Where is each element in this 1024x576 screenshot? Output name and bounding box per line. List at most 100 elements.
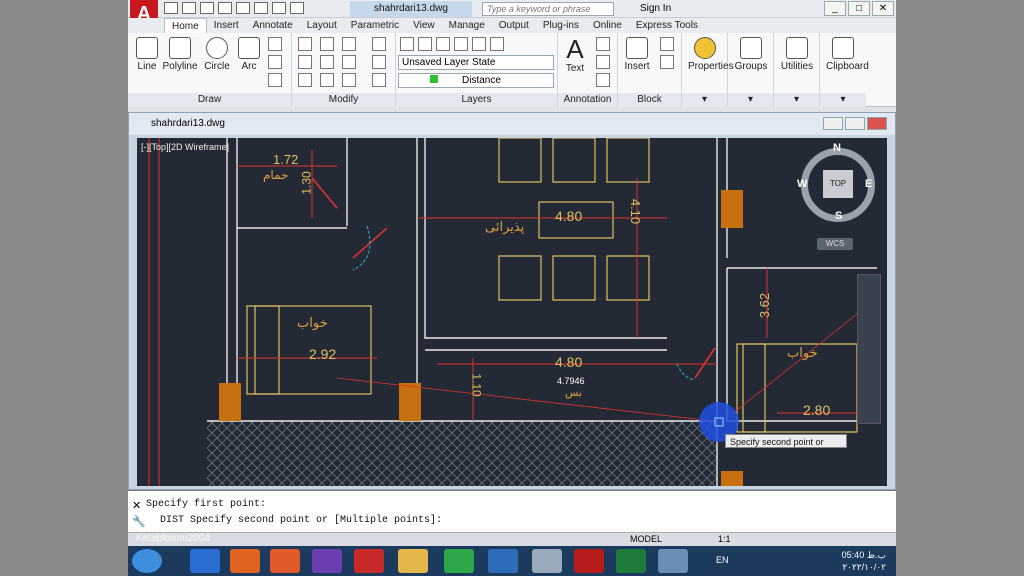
polyline-tool[interactable]: Polyline <box>160 37 200 72</box>
edit-block-icon[interactable] <box>660 55 674 69</box>
viewport-controls-label[interactable]: [-][Top][2D Wireframe] <box>141 142 229 152</box>
calculator-taskbar-icon[interactable] <box>532 549 562 573</box>
annotation-panel-label[interactable]: Annotation <box>558 93 617 107</box>
document-tab-title[interactable]: shahrdari13.dwg <box>350 1 472 17</box>
line-tool[interactable]: Line <box>130 37 164 72</box>
paint-icon[interactable] <box>658 549 688 573</box>
properties-panel-expand[interactable]: ▾ <box>682 93 727 107</box>
dimension-icon[interactable] <box>596 37 610 51</box>
model-space-toggle[interactable]: MODEL <box>630 534 662 544</box>
array-icon[interactable] <box>342 73 356 87</box>
clipboard-tool[interactable]: Clipboard <box>826 37 869 72</box>
move-icon[interactable] <box>298 37 312 51</box>
tab-plugins[interactable]: Plug-ins <box>536 18 586 33</box>
dropdown-icon[interactable] <box>290 2 304 14</box>
trim-icon[interactable] <box>342 37 356 51</box>
copy-icon[interactable] <box>298 55 312 69</box>
layer-dropdown[interactable]: Distance <box>398 73 554 88</box>
drawing-restore-button[interactable] <box>845 117 865 130</box>
arc-tool[interactable]: Arc <box>232 37 266 72</box>
ie-icon[interactable] <box>190 549 220 573</box>
layer-lock-icon[interactable] <box>490 37 504 51</box>
drawing-minimize-button[interactable] <box>823 117 843 130</box>
command-window[interactable]: Specify first point: DIST Specify second… <box>128 490 896 532</box>
tab-view[interactable]: View <box>406 18 442 33</box>
undo-icon[interactable] <box>254 2 268 14</box>
draw-panel-label[interactable]: Draw <box>128 93 291 107</box>
tab-insert[interactable]: Insert <box>207 18 246 33</box>
compass-west[interactable]: W <box>797 178 807 190</box>
offset-icon[interactable] <box>372 73 386 87</box>
clock[interactable]: 05:40 ب.ظ ۲۰۲۲/۱۰/۰۲ <box>842 549 886 573</box>
firefox-icon[interactable] <box>230 549 260 573</box>
erase-icon[interactable] <box>372 37 386 51</box>
start-button[interactable] <box>132 549 162 573</box>
save-as-icon[interactable] <box>218 2 232 14</box>
navigation-bar[interactable] <box>857 274 881 424</box>
insert-tool[interactable]: Insert <box>620 37 654 72</box>
compass-north[interactable]: N <box>833 142 841 154</box>
layers-panel-label[interactable]: Layers <box>396 93 557 107</box>
circle-tool[interactable]: Circle <box>200 37 234 72</box>
text-tool[interactable]: A Text <box>558 35 592 74</box>
rectangle-icon[interactable] <box>268 37 282 51</box>
utilities-panel[interactable]: Utilities ▾ <box>774 33 820 107</box>
minimize-button[interactable]: _ <box>824 1 846 16</box>
tab-parametric[interactable]: Parametric <box>344 18 406 33</box>
maximize-button[interactable]: □ <box>848 1 870 16</box>
sign-in-link[interactable]: Sign In <box>640 2 671 16</box>
tab-output[interactable]: Output <box>492 18 536 33</box>
close-button[interactable]: ✕ <box>872 1 894 16</box>
block-panel-label[interactable]: Block <box>618 93 681 107</box>
utilities-panel-expand[interactable]: ▾ <box>774 93 819 107</box>
open-icon[interactable] <box>182 2 196 14</box>
table-icon[interactable] <box>596 73 610 87</box>
layer-isolate-icon[interactable] <box>454 37 468 51</box>
language-indicator[interactable]: EN <box>716 555 729 565</box>
tab-home[interactable]: Home <box>164 18 207 33</box>
compass-east[interactable]: E <box>865 178 872 190</box>
annotation-scale[interactable]: 1:1 <box>718 534 731 544</box>
compass-south[interactable]: S <box>835 210 842 222</box>
utilities-tool[interactable]: Utilities <box>780 37 814 72</box>
tab-annotate[interactable]: Annotate <box>246 18 300 33</box>
mirror-icon[interactable] <box>320 55 334 69</box>
modify-panel-label[interactable]: Modify <box>292 93 395 107</box>
layer-state-dropdown[interactable]: Unsaved Layer State <box>398 55 554 70</box>
visual-studio-icon[interactable] <box>312 549 342 573</box>
clipboard-panel[interactable]: Clipboard ▾ <box>820 33 869 107</box>
groups-panel-expand[interactable]: ▾ <box>728 93 773 107</box>
leader-icon[interactable] <box>596 55 610 69</box>
search-input[interactable]: Type a keyword or phrase <box>482 2 614 16</box>
viewcube-top-face[interactable]: TOP <box>823 170 853 198</box>
explorer-icon[interactable] <box>398 549 428 573</box>
excel-icon[interactable] <box>616 549 646 573</box>
rotate-icon[interactable] <box>320 37 334 51</box>
groups-panel[interactable]: Groups ▾ <box>728 33 774 107</box>
outlook-icon[interactable] <box>488 549 518 573</box>
groups-tool[interactable]: Groups <box>734 37 768 72</box>
tab-online[interactable]: Online <box>586 18 629 33</box>
wcs-menu[interactable]: WCS <box>817 238 853 250</box>
tab-express-tools[interactable]: Express Tools <box>629 18 705 33</box>
explode-icon[interactable] <box>372 55 386 69</box>
properties-panel[interactable]: Properties ▾ <box>682 33 734 107</box>
new-icon[interactable] <box>164 2 178 14</box>
region-icon[interactable] <box>268 73 282 87</box>
drawing-close-button[interactable] <box>867 117 887 130</box>
scale-icon[interactable] <box>320 73 334 87</box>
create-block-icon[interactable] <box>660 37 674 51</box>
hatch-icon[interactable] <box>268 55 282 69</box>
fillet-icon[interactable] <box>342 55 356 69</box>
chrome-icon[interactable] <box>444 549 474 573</box>
customize-icon[interactable]: 🔧 <box>132 515 146 528</box>
autocad-taskbar-icon[interactable] <box>574 549 604 573</box>
save-icon[interactable] <box>200 2 214 14</box>
layer-freeze-icon[interactable] <box>472 37 486 51</box>
tab-manage[interactable]: Manage <box>442 18 492 33</box>
print-icon[interactable] <box>236 2 250 14</box>
command-prompt-line[interactable]: DIST Specify second point or [Multiple p… <box>160 515 442 526</box>
pdf-icon[interactable] <box>354 549 384 573</box>
redo-icon[interactable] <box>272 2 286 14</box>
close-command-icon[interactable]: ✕ <box>132 499 141 512</box>
